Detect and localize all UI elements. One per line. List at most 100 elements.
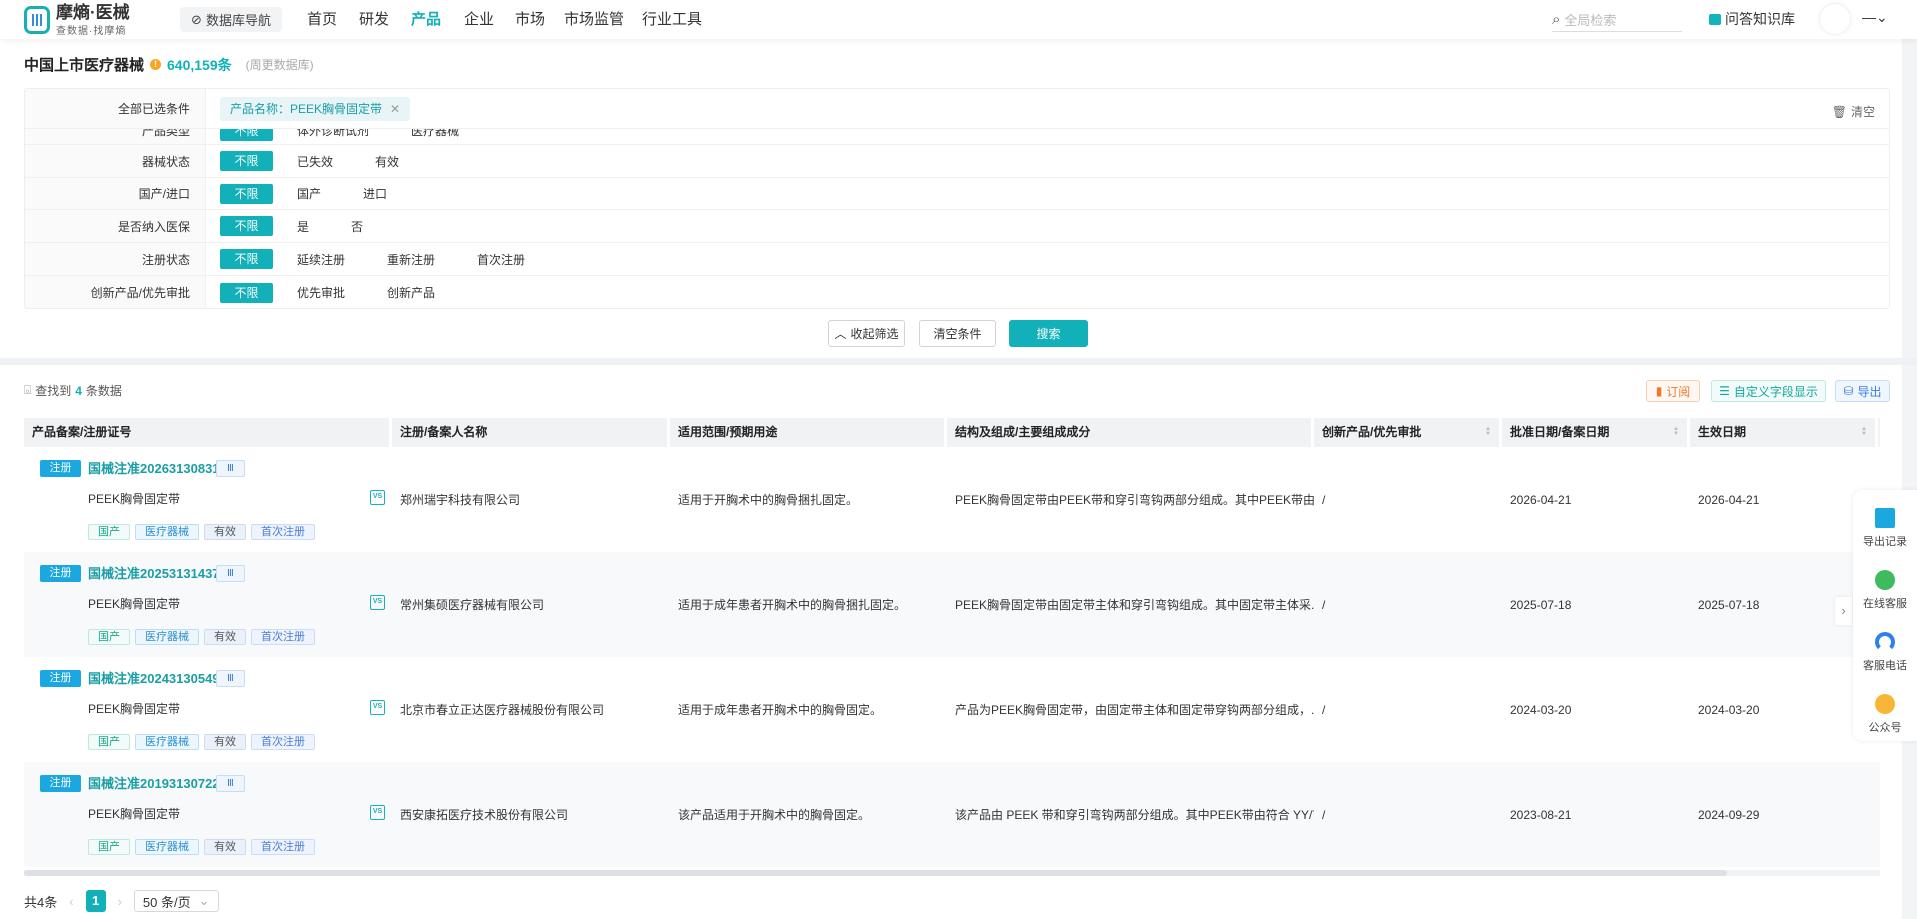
filter-option[interactable]: 优先审批 xyxy=(297,284,345,301)
qa-knowledge-button[interactable]: 问答知识库 xyxy=(1709,9,1795,29)
registration-number-link[interactable]: 国械注准20193130722 xyxy=(88,775,220,792)
official-account-button[interactable]: 公众号 xyxy=(1853,694,1917,735)
registration-type-badge: 注册 xyxy=(40,460,81,477)
device-class-badge: Ⅲ xyxy=(216,460,245,477)
filter-option-all[interactable]: 不限 xyxy=(220,282,273,303)
prev-page-icon[interactable]: ‹ xyxy=(69,894,73,909)
global-search-input[interactable]: ⌕ 全局检索 xyxy=(1552,8,1682,32)
registration-number-link[interactable]: 国械注准20263130831 xyxy=(88,460,220,477)
filter-option[interactable]: 首次注册 xyxy=(477,251,525,268)
filter-option[interactable]: 是 xyxy=(297,218,309,235)
cell-registration: 注册 国械注准20253131437 Ⅲ PEEK胸骨固定带 VS 国产 医疗器械… xyxy=(24,552,392,657)
horizontal-scrollbar-thumb[interactable] xyxy=(24,870,1727,876)
nav-home[interactable]: 首页 xyxy=(307,0,337,39)
nav-products[interactable]: 产品 xyxy=(411,0,441,39)
logo[interactable]: 摩熵·医械 查数据·找摩熵 xyxy=(24,3,130,37)
device-class-badge: Ⅲ xyxy=(216,775,245,792)
sort-icon[interactable]: ▲ ▼ xyxy=(1485,426,1491,438)
filter-option[interactable]: 延续注册 xyxy=(297,251,345,268)
cell-company[interactable]: 北京市春立正达医疗器械股份有限公司 xyxy=(392,657,670,762)
export-button[interactable]: ⛁ 导出 xyxy=(1835,380,1890,402)
filter-row-insurance: 是否纳入医保 不限 是 否 xyxy=(25,210,1889,243)
registration-type-badge: 注册 xyxy=(40,775,81,792)
close-icon[interactable]: ✕ xyxy=(390,102,400,116)
column-header[interactable]: 产品备案/注册证号 xyxy=(24,418,392,447)
logo-slogan: 查数据·找摩熵 xyxy=(56,25,127,37)
compass-icon: ⊘ xyxy=(191,11,202,27)
nav-companies[interactable]: 企业 xyxy=(464,0,494,39)
filter-option[interactable]: 有效 xyxy=(375,153,399,170)
chevron-up-icon: ︿ xyxy=(834,327,847,341)
cell-innovation: / xyxy=(1322,492,1326,507)
table-row[interactable]: 注册 国械注准20263130831 Ⅲ PEEK胸骨固定带 VS 国产 医疗器械… xyxy=(24,447,1880,552)
cell-company[interactable]: 常州集硕医疗器械有限公司 xyxy=(392,552,670,657)
filter-option[interactable]: 进口 xyxy=(363,185,387,202)
table-row[interactable]: 注册 国械注准20253131437 Ⅲ PEEK胸骨固定带 VS 国产 医疗器械… xyxy=(24,552,1880,657)
page-1-button[interactable]: 1 xyxy=(85,890,106,912)
search-button[interactable]: 搜索 xyxy=(1009,320,1088,347)
filter-option-all[interactable]: 不限 xyxy=(220,183,273,204)
nav-industry-tools[interactable]: 行业工具 xyxy=(642,0,702,39)
filter-option[interactable]: 国产 xyxy=(297,185,321,202)
export-records-button[interactable]: 导出记录 xyxy=(1853,508,1917,549)
avatar[interactable] xyxy=(1820,4,1850,34)
column-header[interactable]: 注册/备案人名称 xyxy=(392,418,670,447)
filter-option-all[interactable]: 不限 xyxy=(220,151,273,171)
user-menu[interactable]: —⌄ xyxy=(1862,9,1888,26)
registration-number-link[interactable]: 国械注准20253131437 xyxy=(88,565,220,582)
status-tag: 医疗器械 xyxy=(135,839,199,855)
page-size-select[interactable]: 50 条/页 ⌄ xyxy=(133,890,219,912)
compare-icon[interactable]: VS xyxy=(370,595,385,610)
compare-icon[interactable]: VS xyxy=(370,805,385,820)
table-row[interactable]: 注册 国械注准20193130722 Ⅲ PEEK胸骨固定带 VS 国产 医疗器械… xyxy=(24,762,1880,867)
filter-option[interactable]: 创新产品 xyxy=(387,284,435,301)
cell-company[interactable]: 郑州瑞宇科技有限公司 xyxy=(392,447,670,552)
column-header[interactable]: 适用范围/预期用途 xyxy=(670,418,947,447)
clear-all-button[interactable]: 🗑 清空 xyxy=(1832,103,1875,120)
database-nav-button[interactable]: ⊘ 数据库导航 xyxy=(180,7,282,32)
next-page-icon[interactable]: › xyxy=(118,894,122,909)
cell-registration: 注册 国械注准20263130831 Ⅲ PEEK胸骨固定带 VS 国产 医疗器械… xyxy=(24,447,392,552)
float-label: 导出记录 xyxy=(1863,536,1907,548)
page-scrollbar[interactable] xyxy=(1902,39,1917,919)
compare-icon[interactable]: VS xyxy=(370,490,385,505)
nav-research[interactable]: 研发 xyxy=(359,0,389,39)
cell-extra: 2 xyxy=(1878,762,1880,867)
online-service-button[interactable]: 在线客服 xyxy=(1853,570,1917,611)
export-label: 导出 xyxy=(1857,384,1882,399)
column-header-sortable[interactable]: 生效日期 ▲ ▼ xyxy=(1690,418,1878,447)
cell-approval-date: 2023-08-21 xyxy=(1510,807,1572,822)
column-header[interactable]: 有 xyxy=(1878,418,1880,447)
table-row[interactable]: 注册 国械注准20243130549 Ⅲ PEEK胸骨固定带 VS 国产 医疗器械… xyxy=(24,657,1880,762)
clear-conditions-button[interactable]: 清空条件 xyxy=(919,320,996,347)
collapse-filter-button[interactable]: ︿ 收起筛选 xyxy=(828,320,905,347)
custom-fields-button[interactable]: ☰ 自定义字段显示 xyxy=(1711,380,1826,402)
filter-label: 注册状态 xyxy=(25,243,206,275)
chat-bubble-icon xyxy=(1875,570,1895,590)
filter-option-all[interactable]: 不限 xyxy=(220,249,273,269)
column-header-sortable[interactable]: 批准日期/备案日期 ▲ ▼ xyxy=(1502,418,1690,447)
filter-option-all[interactable]: 不限 xyxy=(220,216,273,236)
sort-icon[interactable]: ▲ ▼ xyxy=(1673,426,1679,438)
results-count: 4 xyxy=(75,383,82,398)
trash-icon: 🗑 xyxy=(1831,104,1847,119)
search-placeholder: 全局检索 xyxy=(1564,13,1617,28)
cell-company[interactable]: 西安康拓医疗技术股份有限公司 xyxy=(392,762,670,867)
side-float-panel: 导出记录 在线客服 客服电话 公众号 xyxy=(1853,490,1917,741)
column-header-sortable[interactable]: 创新产品/优先审批 ▲ ▼ xyxy=(1314,418,1502,447)
filter-row-registration-status: 注册状态 不限 延续注册 重新注册 首次注册 xyxy=(25,243,1889,276)
filter-option[interactable]: 已失效 xyxy=(297,153,333,170)
column-header[interactable]: 结构及组成/主要组成成分 xyxy=(947,418,1314,447)
subscribe-button[interactable]: ▮ 订阅 xyxy=(1646,380,1700,402)
nav-market-supervision[interactable]: 市场监管 xyxy=(564,0,624,39)
filter-option[interactable]: 重新注册 xyxy=(387,251,435,268)
nav-market[interactable]: 市场 xyxy=(515,0,545,39)
chevron-right-icon: › xyxy=(1841,603,1846,618)
filter-option[interactable]: 否 xyxy=(351,218,363,235)
compare-icon[interactable]: VS xyxy=(370,700,385,715)
sort-icon[interactable]: ▲ ▼ xyxy=(1861,426,1867,438)
service-phone-button[interactable]: 客服电话 xyxy=(1853,632,1917,673)
info-icon[interactable]: ! xyxy=(150,59,162,70)
collapse-side-panel-button[interactable]: › xyxy=(1835,597,1852,625)
registration-number-link[interactable]: 国械注准20243130549 xyxy=(88,670,220,687)
